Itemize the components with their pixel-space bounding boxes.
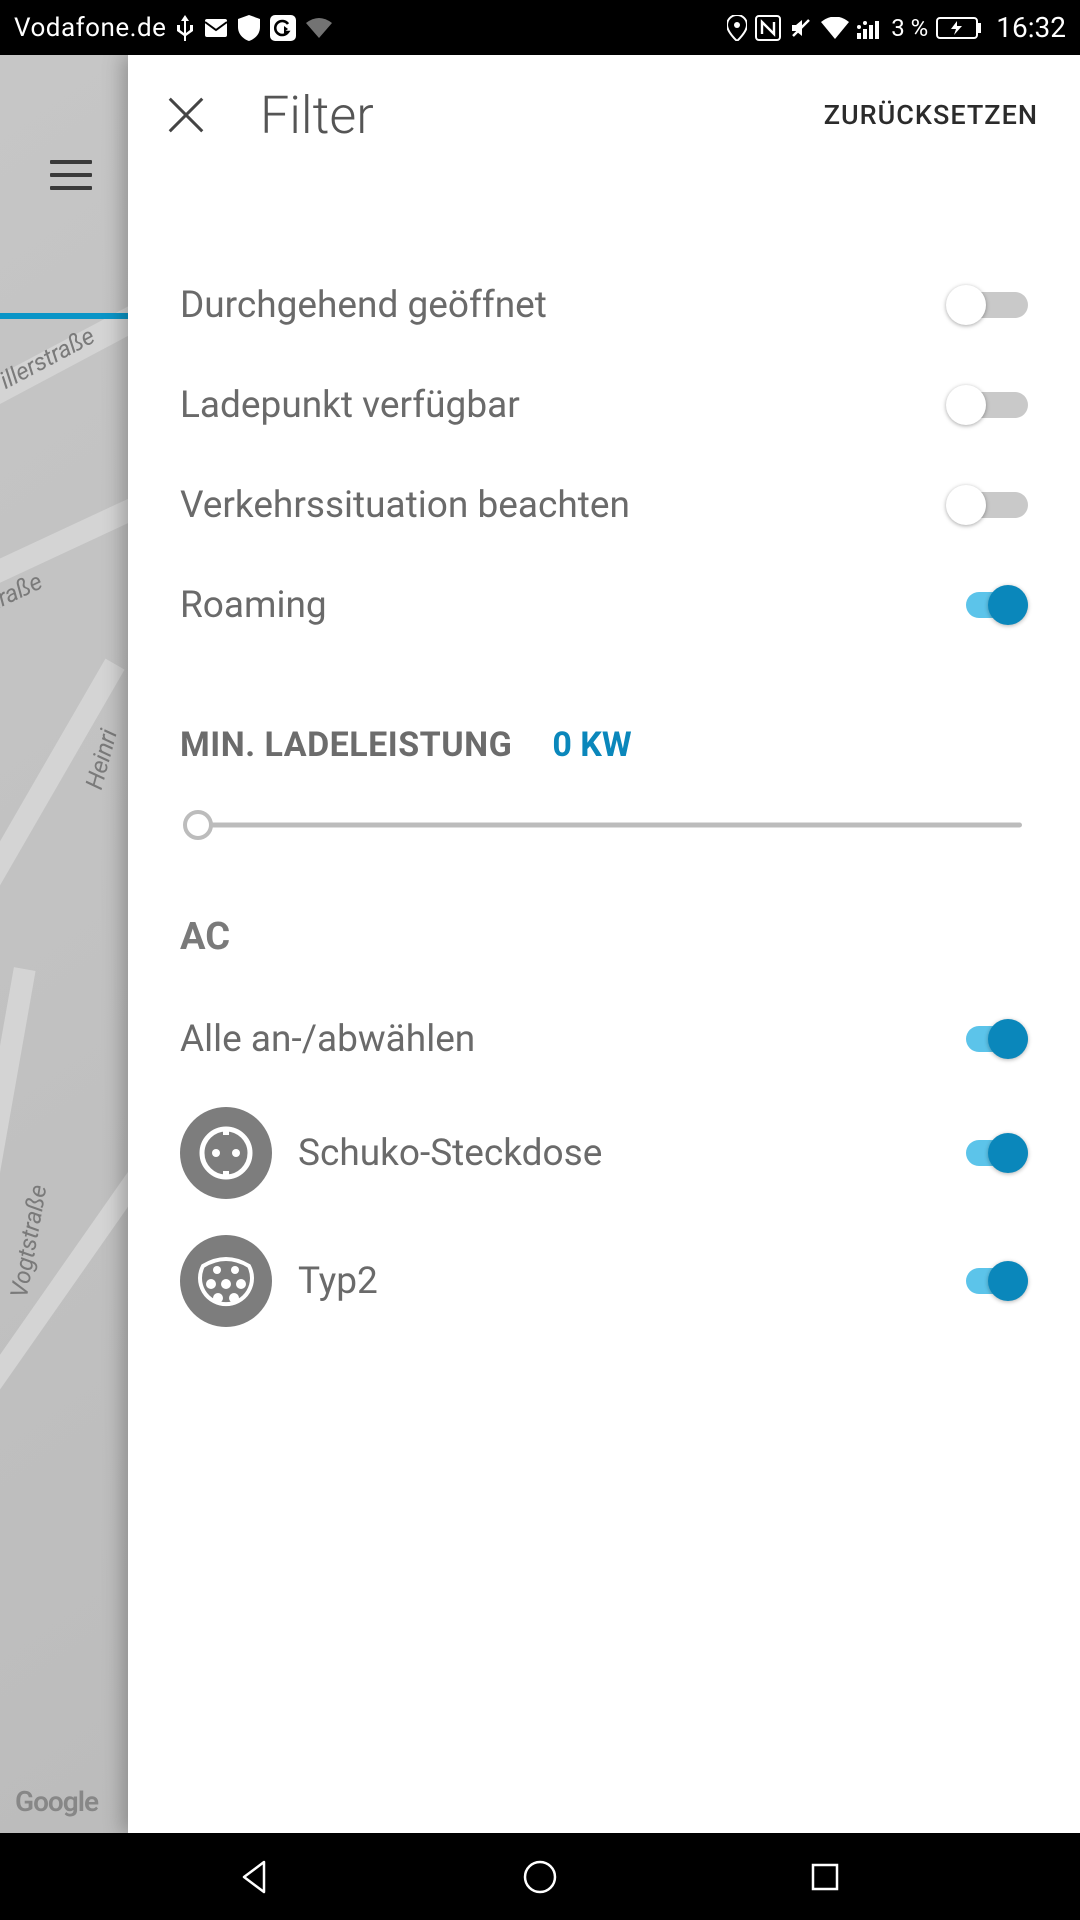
select-all-label: Alle an-/abwählen [180, 1018, 946, 1061]
toggle-label-traffic: Verkehrssituation beachten [180, 484, 946, 527]
nfc-icon [755, 15, 781, 41]
wifi-icon [821, 17, 849, 39]
filter-panel: Filter ZURÜCKSETZEN Durchgehend geöffnet… [128, 55, 1080, 1833]
carrier-label: Vodafone.de [14, 13, 166, 43]
toggle-open247[interactable] [946, 283, 1028, 327]
location-icon [727, 15, 747, 41]
schuko-plug-icon [180, 1107, 272, 1199]
mute-icon [789, 16, 813, 40]
grammarly-icon [270, 15, 296, 41]
battery-percent: 3 % [891, 14, 928, 42]
wifi-weak-icon [306, 18, 332, 38]
toggle-available[interactable] [946, 383, 1028, 427]
outlook-icon [204, 16, 228, 40]
toggle-label-open247: Durchgehend geöffnet [180, 284, 946, 327]
toggle-label-available: Ladepunkt verfügbar [180, 384, 946, 427]
ac-section-header: AC [180, 915, 1028, 959]
toggle-traffic[interactable] [946, 483, 1028, 527]
home-button[interactable] [510, 1847, 570, 1907]
back-button[interactable] [225, 1847, 285, 1907]
recents-button[interactable] [795, 1847, 855, 1907]
active-tab-indicator [0, 313, 128, 319]
toggle-label-roaming: Roaming [180, 584, 946, 627]
battery-charging-icon [936, 17, 982, 39]
menu-button[interactable] [50, 160, 92, 190]
min-power-value: 0 KW [552, 725, 631, 765]
usb-icon [176, 15, 194, 41]
close-icon[interactable] [166, 95, 206, 135]
min-power-title: MIN. LADELEISTUNG [180, 725, 512, 765]
min-power-slider[interactable] [186, 805, 1022, 845]
clock: 16:32 [996, 11, 1066, 44]
toggle-select-all-ac[interactable] [946, 1017, 1028, 1061]
toggle-plug-type2[interactable] [946, 1259, 1028, 1303]
plug-label-schuko: Schuko-Steckdose [298, 1132, 946, 1175]
reset-button[interactable]: ZURÜCKSETZEN [824, 99, 1038, 131]
android-status-bar: Vodafone.de 3 % [0, 0, 1080, 55]
type2-plug-icon [180, 1235, 272, 1327]
panel-title: Filter [260, 85, 374, 146]
slider-thumb[interactable] [183, 810, 213, 840]
toggle-plug-schuko[interactable] [946, 1131, 1028, 1175]
toggle-roaming[interactable] [946, 583, 1028, 627]
plug-label-type2: Typ2 [298, 1260, 946, 1303]
android-nav-bar [0, 1833, 1080, 1920]
signal-icon [857, 17, 883, 39]
shield-icon [238, 15, 260, 41]
